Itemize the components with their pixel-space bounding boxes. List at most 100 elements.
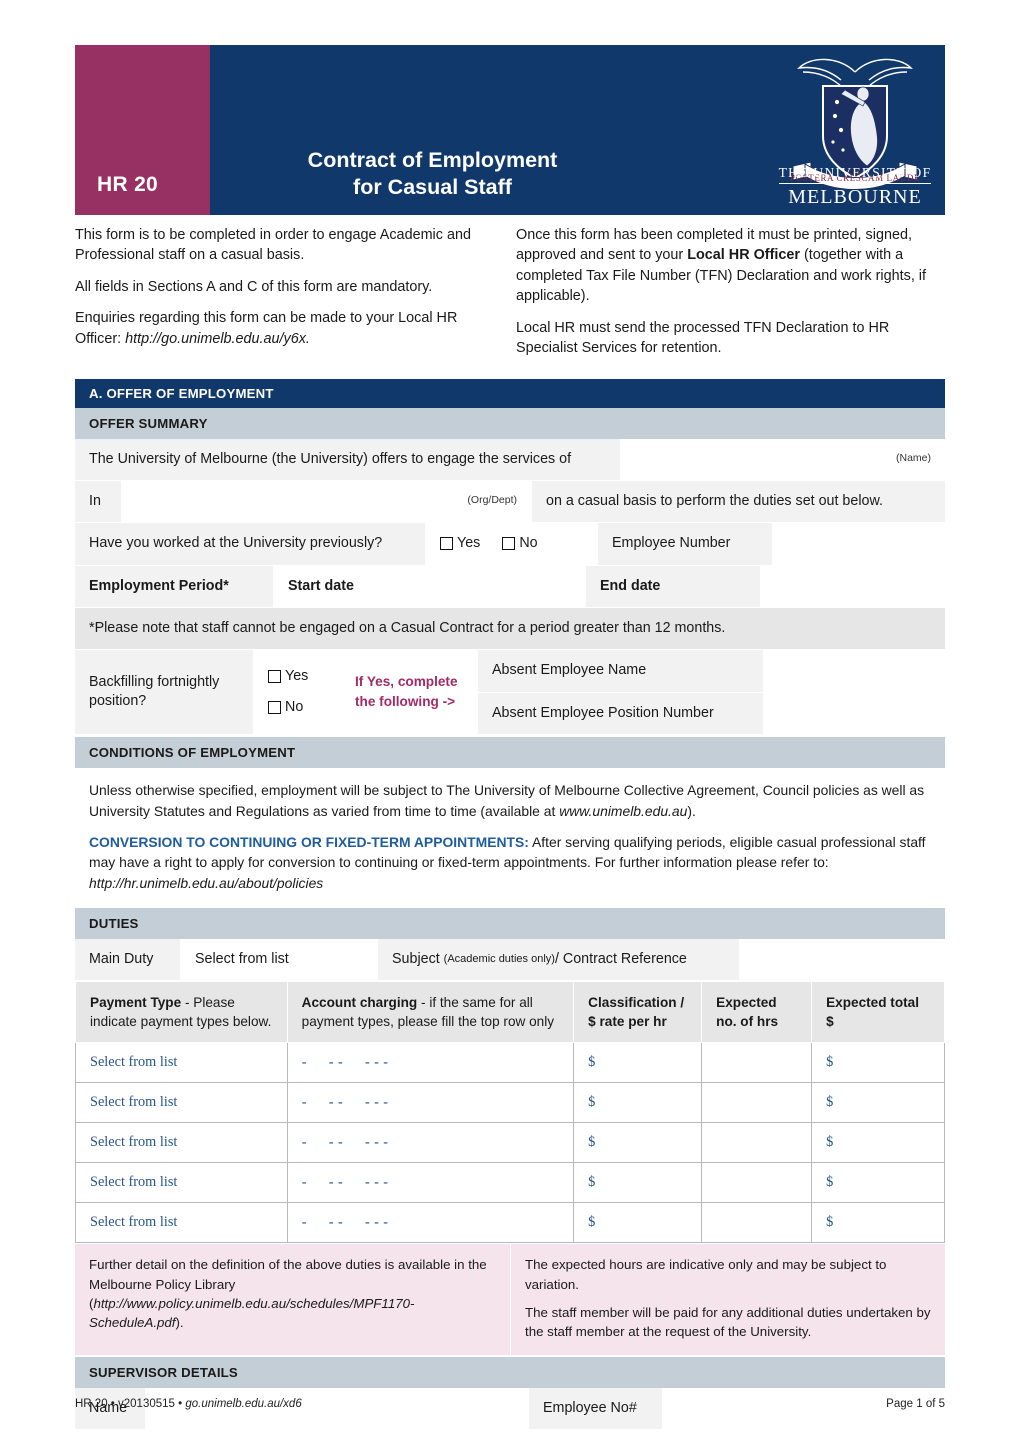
subject-contract-reference-label: Subject (Academic duties only) / Contrac… (377, 939, 739, 981)
worked-previously-no-option[interactable]: No (502, 534, 538, 553)
row-engage-services: The University of Melbourne (the Univers… (75, 438, 945, 482)
absent-employee-name-input[interactable] (763, 650, 944, 692)
row-worked-previously: Have you worked at the University previo… (75, 523, 945, 566)
subject-label: Subject (392, 951, 440, 968)
worked-previously-checkboxes: Yes No (425, 523, 597, 565)
start-date-label: Start date (273, 565, 428, 607)
hours-input-3[interactable] (701, 1122, 813, 1164)
main-duty-select[interactable]: Select from list (180, 939, 377, 981)
account-charging-input-3[interactable]: -- -- - - (286, 1122, 575, 1164)
checkbox-no-worked-previously[interactable] (502, 537, 516, 551)
intro-right-paragraph-1: Once this form has been completed it mus… (516, 225, 945, 307)
hr-policies-link[interactable]: http://hr.unimelb.edu.au/about/policies (89, 875, 323, 891)
row-absent-employee-position: Absent Employee Position Number (478, 692, 945, 734)
table-row: Select from list -- -- - - $ $ (75, 1162, 945, 1204)
intro-paragraph-3: Enquiries regarding this form can be mad… (75, 308, 484, 349)
section-header-offer-of-employment: A. OFFER OF EMPLOYMENT (75, 378, 945, 408)
subject-contract-reference-input[interactable] (739, 939, 945, 981)
page-footer: HR 20 • v20130515 • go.unimelb.edu.au/xd… (75, 1398, 945, 1410)
document-banner: HR 20 Contract of Employment for Casual … (75, 45, 945, 215)
hours-input-4[interactable] (701, 1162, 813, 1204)
employee-number-label: Employee Number (597, 523, 772, 565)
table-row: Select from list -- -- - - $ $ (75, 1122, 945, 1164)
main-duty-label: Main Duty (75, 939, 180, 981)
account-charging-dashes-4: -- -- - - (301, 1174, 389, 1192)
total-input-2[interactable]: $ (811, 1082, 945, 1124)
hours-input-1[interactable] (701, 1042, 813, 1084)
total-input-3[interactable]: $ (811, 1122, 945, 1164)
column-header-payment-type: Payment Type - Please indicate payment t… (75, 981, 288, 1044)
account-charging-dashes-1: -- -- - - (301, 1054, 389, 1072)
document-title-block: Contract of Employment for Casual Staff (210, 45, 765, 215)
rate-input-4[interactable]: $ (573, 1162, 703, 1204)
total-input-1[interactable]: $ (811, 1042, 945, 1084)
duties-note-left-end: ). (175, 1315, 184, 1331)
account-charging-dashes-3: -- -- - - (301, 1134, 389, 1152)
backfilling-no-option[interactable]: No (268, 698, 303, 717)
backfilling-checkboxes: Yes No (253, 650, 341, 734)
row-absent-employee-name: Absent Employee Name (478, 650, 945, 693)
rate-input-5[interactable]: $ (573, 1202, 703, 1244)
backfilling-no-label: No (285, 698, 304, 715)
checkbox-yes-worked-previously[interactable] (440, 537, 453, 551)
name-hint: (Name) (895, 451, 931, 464)
account-charging-input-2[interactable]: -- -- - - (286, 1082, 575, 1124)
casual-basis-text: on a casual basis to perform the duties … (531, 481, 945, 523)
checkbox-no-backfilling[interactable] (268, 700, 281, 714)
total-input-4[interactable]: $ (811, 1162, 945, 1204)
account-charging-input-4[interactable]: -- -- - - (286, 1162, 575, 1204)
row-period-note: *Please note that staff cannot be engage… (75, 607, 945, 651)
rate-input-1[interactable]: $ (573, 1042, 703, 1084)
payment-type-select-2[interactable]: Select from list (75, 1082, 288, 1124)
footer-link[interactable]: go.unimelb.edu.au/xd6 (185, 1398, 301, 1410)
payment-type-select-4[interactable]: Select from list (75, 1162, 288, 1204)
account-charging-input-5[interactable]: -- -- - - (286, 1202, 575, 1244)
rate-input-3[interactable]: $ (573, 1122, 703, 1164)
conditions-body: Unless otherwise specified, employment w… (75, 767, 945, 909)
duties-payment-table: Payment Type - Please indicate payment t… (75, 981, 945, 1244)
intro-paragraph-2: All fields in Sections A and C of this f… (75, 278, 433, 295)
subsection-header-conditions: CONDITIONS OF EMPLOYMENT (75, 736, 945, 768)
document-title-line1: Contract of Employment (307, 148, 558, 173)
intro-right-paragraph-2: Local HR must send the processed TFN Dec… (516, 319, 890, 357)
absent-employee-fields: Absent Employee Name Absent Employee Pos… (477, 650, 945, 734)
name-input-field[interactable]: (Name) (620, 438, 945, 481)
unimelb-website-link[interactable]: www.unimelb.edu.au (559, 803, 687, 819)
account-charging-input-1[interactable]: -- -- - - (286, 1042, 575, 1084)
org-dept-input-field[interactable]: (Org/Dept) (121, 481, 531, 523)
rate-input-2[interactable]: $ (573, 1082, 703, 1124)
hours-input-2[interactable] (701, 1082, 813, 1124)
worked-previously-yes-option[interactable]: Yes (440, 534, 480, 553)
conditions-text-a: Unless otherwise specified, employment w… (89, 781, 925, 819)
duties-notes: Further detail on the definition of the … (75, 1243, 945, 1355)
if-yes-instruction: If Yes, complete the following -> (341, 650, 477, 734)
conditions-paragraph-2: CONVERSION TO CONTINUING OR FIXED-TERM A… (89, 832, 931, 895)
start-date-input-field[interactable] (428, 565, 585, 607)
employee-number-input-field[interactable] (772, 523, 945, 565)
payment-type-select-3[interactable]: Select from list (75, 1122, 288, 1164)
policy-library-link[interactable]: http://www.policy.unimelb.edu.au/schedul… (89, 1296, 414, 1330)
document-page: HR 20 Contract of Employment for Casual … (75, 45, 945, 1429)
subsection-header-offer-summary: OFFER SUMMARY (75, 407, 945, 439)
hours-input-5[interactable] (701, 1202, 813, 1244)
no-label: No (519, 535, 538, 552)
logo-melbourne-text: MELBOURNE (788, 186, 922, 208)
row-backfilling: Backfilling fortnightly position? Yes No… (75, 650, 945, 735)
duties-note-right: The expected hours are indicative only a… (510, 1244, 945, 1355)
payment-type-select-1[interactable]: Select from list (75, 1042, 288, 1084)
worked-previously-label: Have you worked at the University previo… (75, 523, 425, 565)
checkbox-yes-backfilling[interactable] (268, 670, 281, 684)
if-yes-line1: If Yes, complete (355, 674, 458, 690)
if-yes-line2: the following -> (355, 694, 456, 709)
payment-type-select-5[interactable]: Select from list (75, 1202, 288, 1244)
backfilling-yes-option[interactable]: Yes (268, 667, 308, 686)
column-header-classification-rate: Classification / $ rate per hr (573, 981, 703, 1044)
engage-services-label: The University of Melbourne (the Univers… (75, 438, 620, 481)
duties-note-left: Further detail on the definition of the … (75, 1244, 510, 1355)
absent-employee-position-input[interactable] (763, 692, 944, 734)
row-main-duty: Main Duty Select from list Subject (Acad… (75, 939, 945, 982)
total-input-5[interactable]: $ (811, 1202, 945, 1244)
end-date-input-field[interactable] (760, 565, 945, 607)
intro-section: This form is to be completed in order to… (75, 215, 945, 367)
local-hr-officer-link[interactable]: http://go.unimelb.edu.au/y6x. (125, 331, 310, 347)
